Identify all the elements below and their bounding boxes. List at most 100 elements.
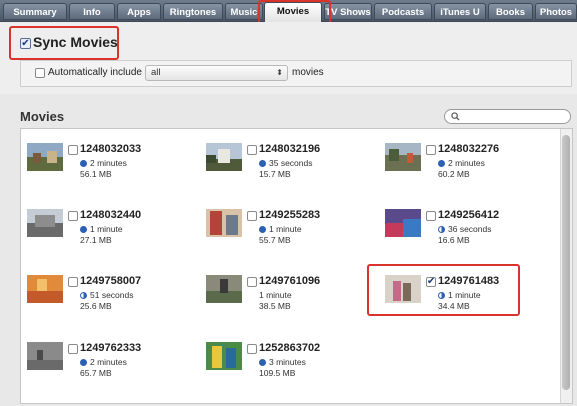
movie-duration: 2 minutes: [80, 158, 127, 168]
tab-podcasts[interactable]: Podcasts: [374, 3, 432, 20]
movie-item[interactable]: 1249255283 1 minute 55.7 MB: [206, 209, 376, 249]
movie-duration: 51 seconds: [80, 290, 133, 300]
movie-checkbox[interactable]: [247, 211, 257, 221]
tab-itunes-u[interactable]: iTunes U: [434, 3, 486, 20]
movie-duration: 1 minute: [259, 290, 292, 300]
movie-size: 65.7 MB: [80, 368, 112, 378]
movie-duration: 3 minutes: [259, 357, 306, 367]
movie-size: 56.1 MB: [80, 169, 112, 179]
search-input[interactable]: [444, 109, 571, 124]
movie-duration-text: 36 seconds: [448, 224, 492, 234]
movie-checkbox[interactable]: [426, 145, 436, 155]
movie-thumbnail: [206, 143, 242, 171]
movie-item[interactable]: 1248032033 2 minutes 56.1 MB: [27, 143, 197, 183]
movie-checkbox[interactable]: ✔: [426, 277, 436, 287]
movie-duration: 1 minute: [259, 224, 302, 234]
movie-item[interactable]: ✔ 1249761483 1 minute 34.4 MB: [385, 275, 555, 315]
movie-size: 109.5 MB: [259, 368, 296, 378]
scroll-thumb[interactable]: [562, 135, 570, 390]
movie-title: 1249255283: [259, 209, 321, 221]
tab-movies[interactable]: Movies: [264, 2, 322, 22]
unwatched-dot-icon: [259, 359, 266, 366]
tab-photos[interactable]: Photos: [535, 3, 577, 20]
movie-duration-text: 51 seconds: [90, 290, 134, 300]
movie-duration-text: 1 minute: [269, 224, 302, 234]
unwatched-dot-icon: [259, 160, 266, 167]
movie-thumbnail: [27, 143, 63, 171]
movies-section-title: Movies: [20, 109, 65, 124]
movie-duration-text: 1 minute: [448, 290, 481, 300]
movie-size: 16.6 MB: [438, 235, 470, 245]
movie-thumbnail: [206, 275, 242, 303]
movie-thumbnail: [27, 342, 63, 370]
movie-duration: 2 minutes: [438, 158, 485, 168]
movie-duration: 1 minute: [438, 290, 481, 300]
tab-summary[interactable]: Summary: [3, 3, 67, 20]
select-arrows-icon: ⬍: [276, 68, 283, 77]
movie-item[interactable]: 1248032440 1 minute 27.1 MB: [27, 209, 197, 249]
movie-title: 1248032276: [438, 143, 500, 155]
sync-movies-checkbox[interactable]: ✔: [20, 38, 31, 49]
movie-size: 34.4 MB: [438, 301, 470, 311]
unwatched-dot-icon: [80, 160, 87, 167]
movie-item[interactable]: 1249762333 2 minutes 65.7 MB: [27, 342, 197, 382]
movie-duration-text: 2 minutes: [90, 357, 127, 367]
movie-size: 27.1 MB: [80, 235, 112, 245]
movie-title: 1248032440: [80, 209, 142, 221]
movie-item[interactable]: 1249758007 51 seconds 25.6 MB: [27, 275, 197, 315]
unwatched-dot-icon: [259, 226, 266, 233]
tab-apps[interactable]: Apps: [117, 3, 161, 20]
tab-bar: Summary Info Apps Ringtones Music Movies…: [0, 0, 577, 22]
movie-checkbox[interactable]: [68, 145, 78, 155]
tab-info[interactable]: Info: [69, 3, 115, 20]
movie-duration: 35 seconds: [259, 158, 312, 168]
movie-thumbnail: [206, 342, 242, 370]
movie-item[interactable]: 1248032276 2 minutes 60.2 MB: [385, 143, 555, 183]
movie-item[interactable]: 1252863702 3 minutes 109.5 MB: [206, 342, 376, 382]
movie-duration-text: 1 minute: [90, 224, 123, 234]
movie-checkbox[interactable]: [68, 277, 78, 287]
partially-watched-icon: [438, 226, 445, 233]
auto-include-select[interactable]: all ⬍: [145, 65, 288, 81]
tab-music[interactable]: Music: [225, 3, 263, 20]
movie-title: 1249762333: [80, 342, 142, 354]
movie-checkbox[interactable]: [68, 344, 78, 354]
movie-item[interactable]: 1248032196 35 seconds 15.7 MB: [206, 143, 376, 183]
tab-books[interactable]: Books: [488, 3, 533, 20]
auto-include-checkbox[interactable]: [35, 68, 45, 78]
partially-watched-icon: [438, 292, 445, 299]
auto-include-selected-value: all: [151, 67, 161, 78]
movie-item[interactable]: 1249256412 36 seconds 16.6 MB: [385, 209, 555, 249]
unwatched-dot-icon: [80, 359, 87, 366]
movie-title: 1248032033: [80, 143, 142, 155]
movie-duration: 1 minute: [80, 224, 123, 234]
movie-title: 1249256412: [438, 209, 500, 221]
movie-title: 1248032196: [259, 143, 321, 155]
movie-size: 55.7 MB: [259, 235, 291, 245]
movie-checkbox[interactable]: [247, 145, 257, 155]
tab-tv-shows[interactable]: TV Shows: [324, 3, 372, 20]
movie-size: 60.2 MB: [438, 169, 470, 179]
movie-thumbnail: [27, 275, 63, 303]
movie-size: 38.5 MB: [259, 301, 291, 311]
movie-duration: 36 seconds: [438, 224, 491, 234]
movie-checkbox[interactable]: [426, 211, 436, 221]
movie-size: 25.6 MB: [80, 301, 112, 311]
movie-checkbox[interactable]: [247, 344, 257, 354]
unwatched-dot-icon: [80, 226, 87, 233]
movie-title: 1249761483: [438, 275, 500, 287]
sync-movies-label: Sync Movies: [33, 34, 118, 50]
movie-thumbnail: [385, 209, 421, 237]
movie-duration-text: 35 seconds: [269, 158, 313, 168]
auto-include-suffix: movies: [292, 67, 324, 78]
search-icon: [451, 112, 460, 121]
scrollbar[interactable]: [560, 129, 572, 403]
movie-thumbnail: [206, 209, 242, 237]
movie-item[interactable]: 1249761096 1 minute 38.5 MB: [206, 275, 376, 315]
movie-thumbnail: [27, 209, 63, 237]
movie-thumbnail: [385, 143, 421, 171]
movie-checkbox[interactable]: [247, 277, 257, 287]
unwatched-dot-icon: [438, 160, 445, 167]
movie-checkbox[interactable]: [68, 211, 78, 221]
tab-ringtones[interactable]: Ringtones: [163, 3, 223, 20]
